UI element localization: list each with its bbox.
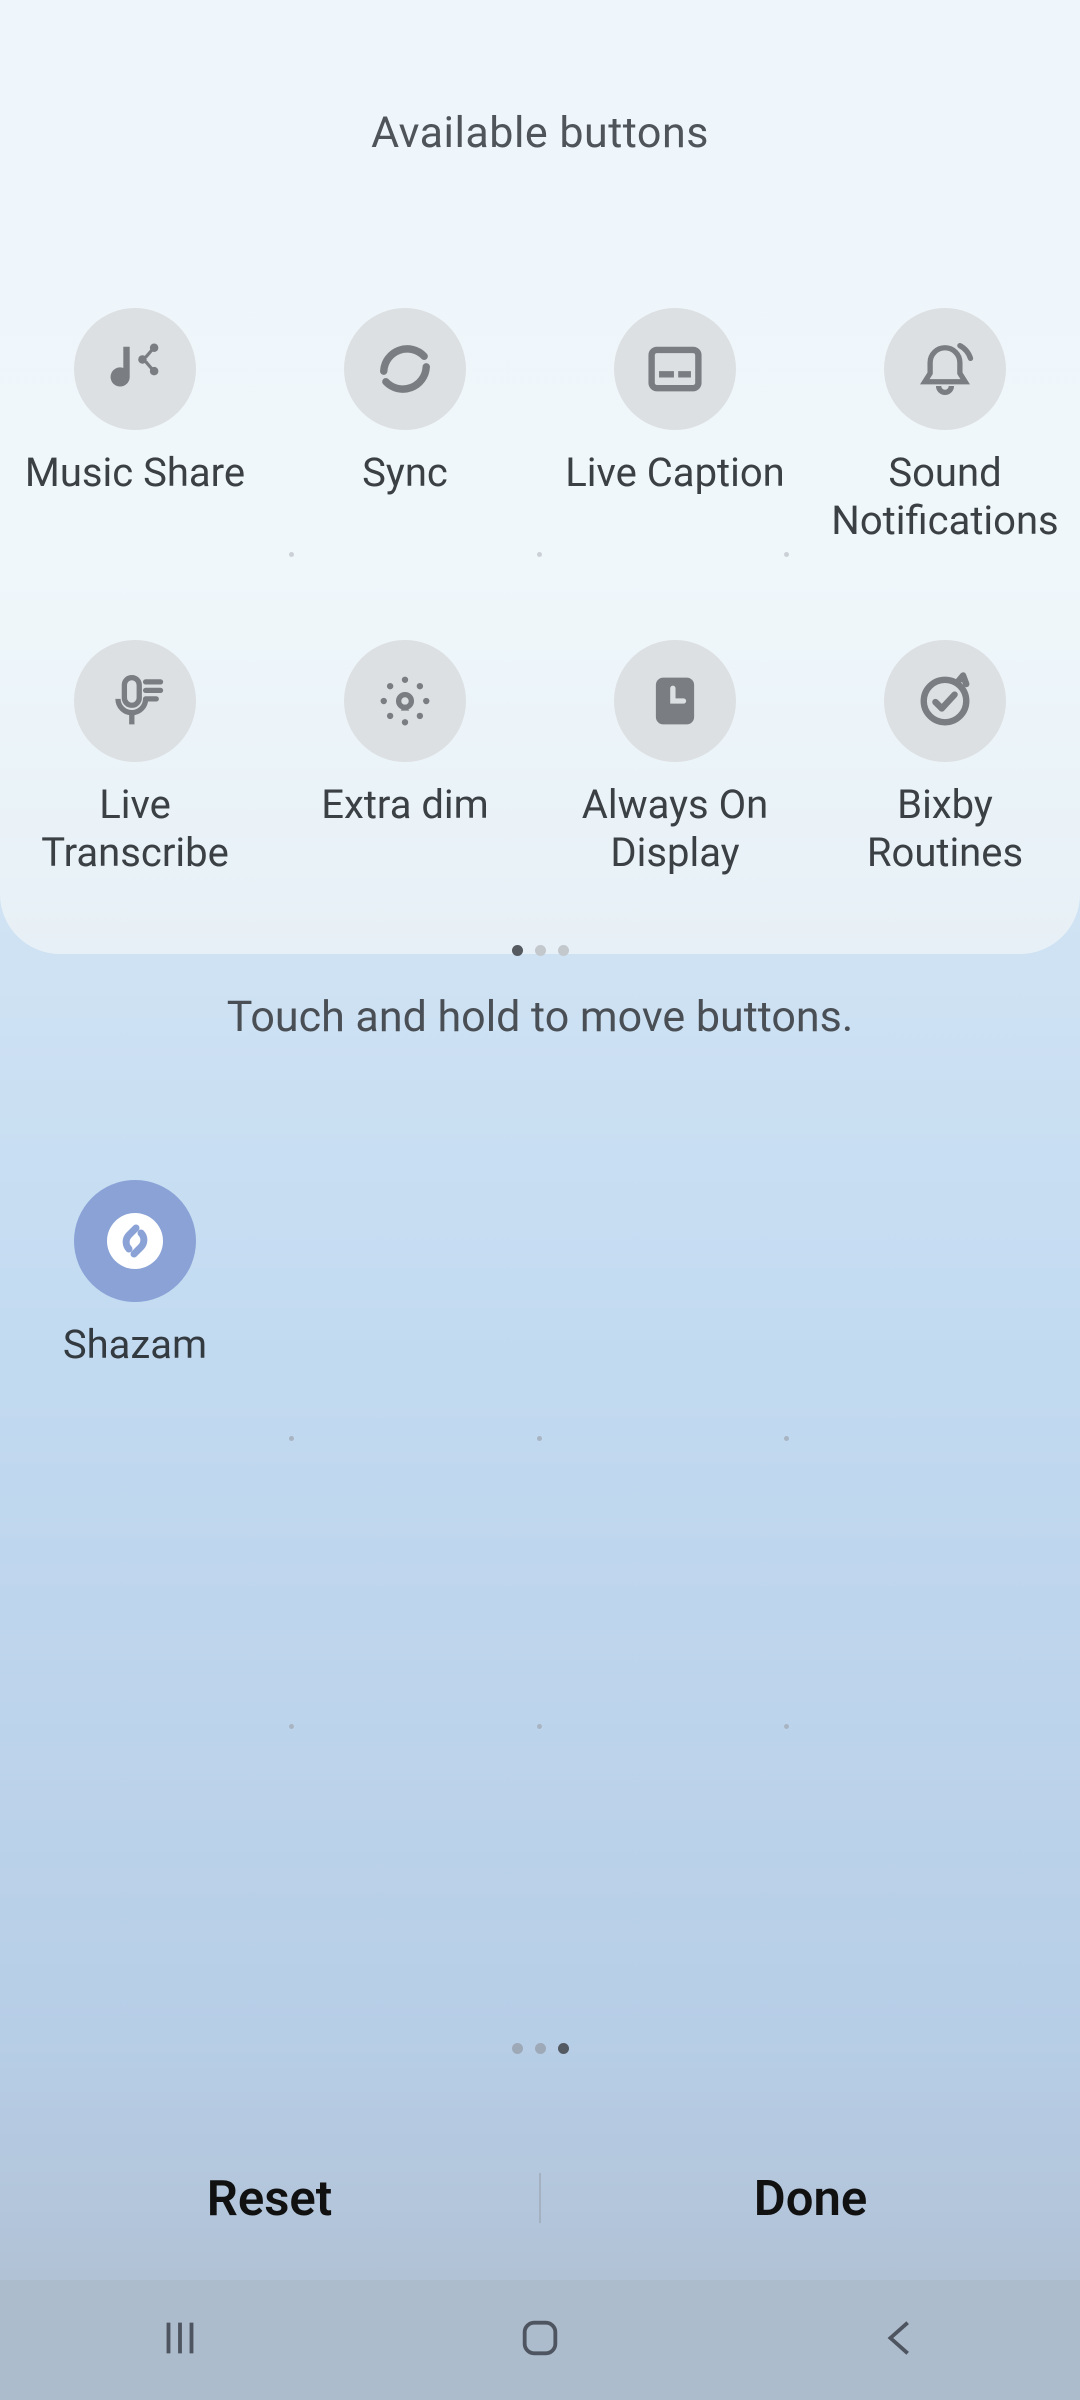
grid-separator-dot — [537, 552, 542, 557]
tile-extra-dim[interactable]: Extra dim — [270, 640, 540, 877]
music-share-icon — [74, 308, 196, 430]
tile-label: Live Caption — [565, 449, 785, 497]
tile-bixby-routines[interactable]: Bixby Routines — [810, 640, 1080, 877]
extra-dim-icon — [344, 640, 466, 762]
page-dot — [512, 945, 523, 956]
available-buttons-grid: Music Share Sync Live Caption Sound Noti… — [0, 308, 1080, 877]
placed-pagination[interactable] — [0, 2043, 1080, 2054]
live-transcribe-icon — [74, 640, 196, 762]
reset-button[interactable]: Reset — [0, 2170, 539, 2227]
tile-live-caption[interactable]: Live Caption — [540, 308, 810, 545]
grid-separator-dot — [784, 552, 789, 557]
page-dot — [558, 945, 569, 956]
tile-label: Sync — [362, 449, 448, 497]
available-buttons-panel: Available buttons Music Share Sync Live … — [0, 0, 1080, 954]
available-pagination[interactable] — [512, 945, 569, 956]
recents-button[interactable] — [157, 2315, 203, 2365]
tile-label: Shazam — [63, 1321, 207, 1368]
sound-notifications-icon — [884, 308, 1006, 430]
tile-label: Bixby Routines — [867, 781, 1023, 877]
grid-separator-dot — [784, 1436, 789, 1441]
page-dot — [512, 2043, 523, 2054]
grid-separator-dot — [537, 1436, 542, 1441]
tile-label: Always On Display — [582, 781, 768, 877]
tile-always-on-display[interactable]: Always On Display — [540, 640, 810, 877]
done-button[interactable]: Done — [541, 2170, 1080, 2227]
footer: Reset Done — [0, 2148, 1080, 2248]
placed-buttons-grid: Shazam — [0, 1180, 1080, 1368]
home-button[interactable] — [517, 2315, 563, 2365]
panel-title: Available buttons — [371, 108, 709, 158]
page-dot — [535, 945, 546, 956]
hint-text: Touch and hold to move buttons. — [0, 992, 1080, 1042]
navigation-bar — [0, 2280, 1080, 2400]
empty-slot[interactable] — [270, 1180, 540, 1368]
tile-label: Extra dim — [321, 781, 488, 829]
page-dot — [535, 2043, 546, 2054]
tile-music-share[interactable]: Music Share — [0, 308, 270, 545]
grid-separator-dot — [289, 1436, 294, 1441]
grid-separator-dot — [289, 552, 294, 557]
grid-separator-dot — [289, 1724, 294, 1729]
sync-icon — [344, 308, 466, 430]
live-caption-icon — [614, 308, 736, 430]
tile-sync[interactable]: Sync — [270, 308, 540, 545]
bixby-routines-icon — [884, 640, 1006, 762]
page-dot — [558, 2043, 569, 2054]
grid-separator-dot — [784, 1724, 789, 1729]
shazam-icon — [74, 1180, 196, 1302]
always-on-display-icon — [614, 640, 736, 762]
empty-slot[interactable] — [810, 1180, 1080, 1368]
tile-live-transcribe[interactable]: Live Transcribe — [0, 640, 270, 877]
grid-separator-dot — [537, 1724, 542, 1729]
back-button[interactable] — [877, 2315, 923, 2365]
tile-label: Sound Notifications — [831, 449, 1058, 545]
tile-label: Music Share — [25, 449, 245, 497]
tile-label: Live Transcribe — [41, 781, 229, 877]
tile-sound-notifications[interactable]: Sound Notifications — [810, 308, 1080, 545]
empty-slot[interactable] — [540, 1180, 810, 1368]
tile-shazam[interactable]: Shazam — [0, 1180, 270, 1368]
